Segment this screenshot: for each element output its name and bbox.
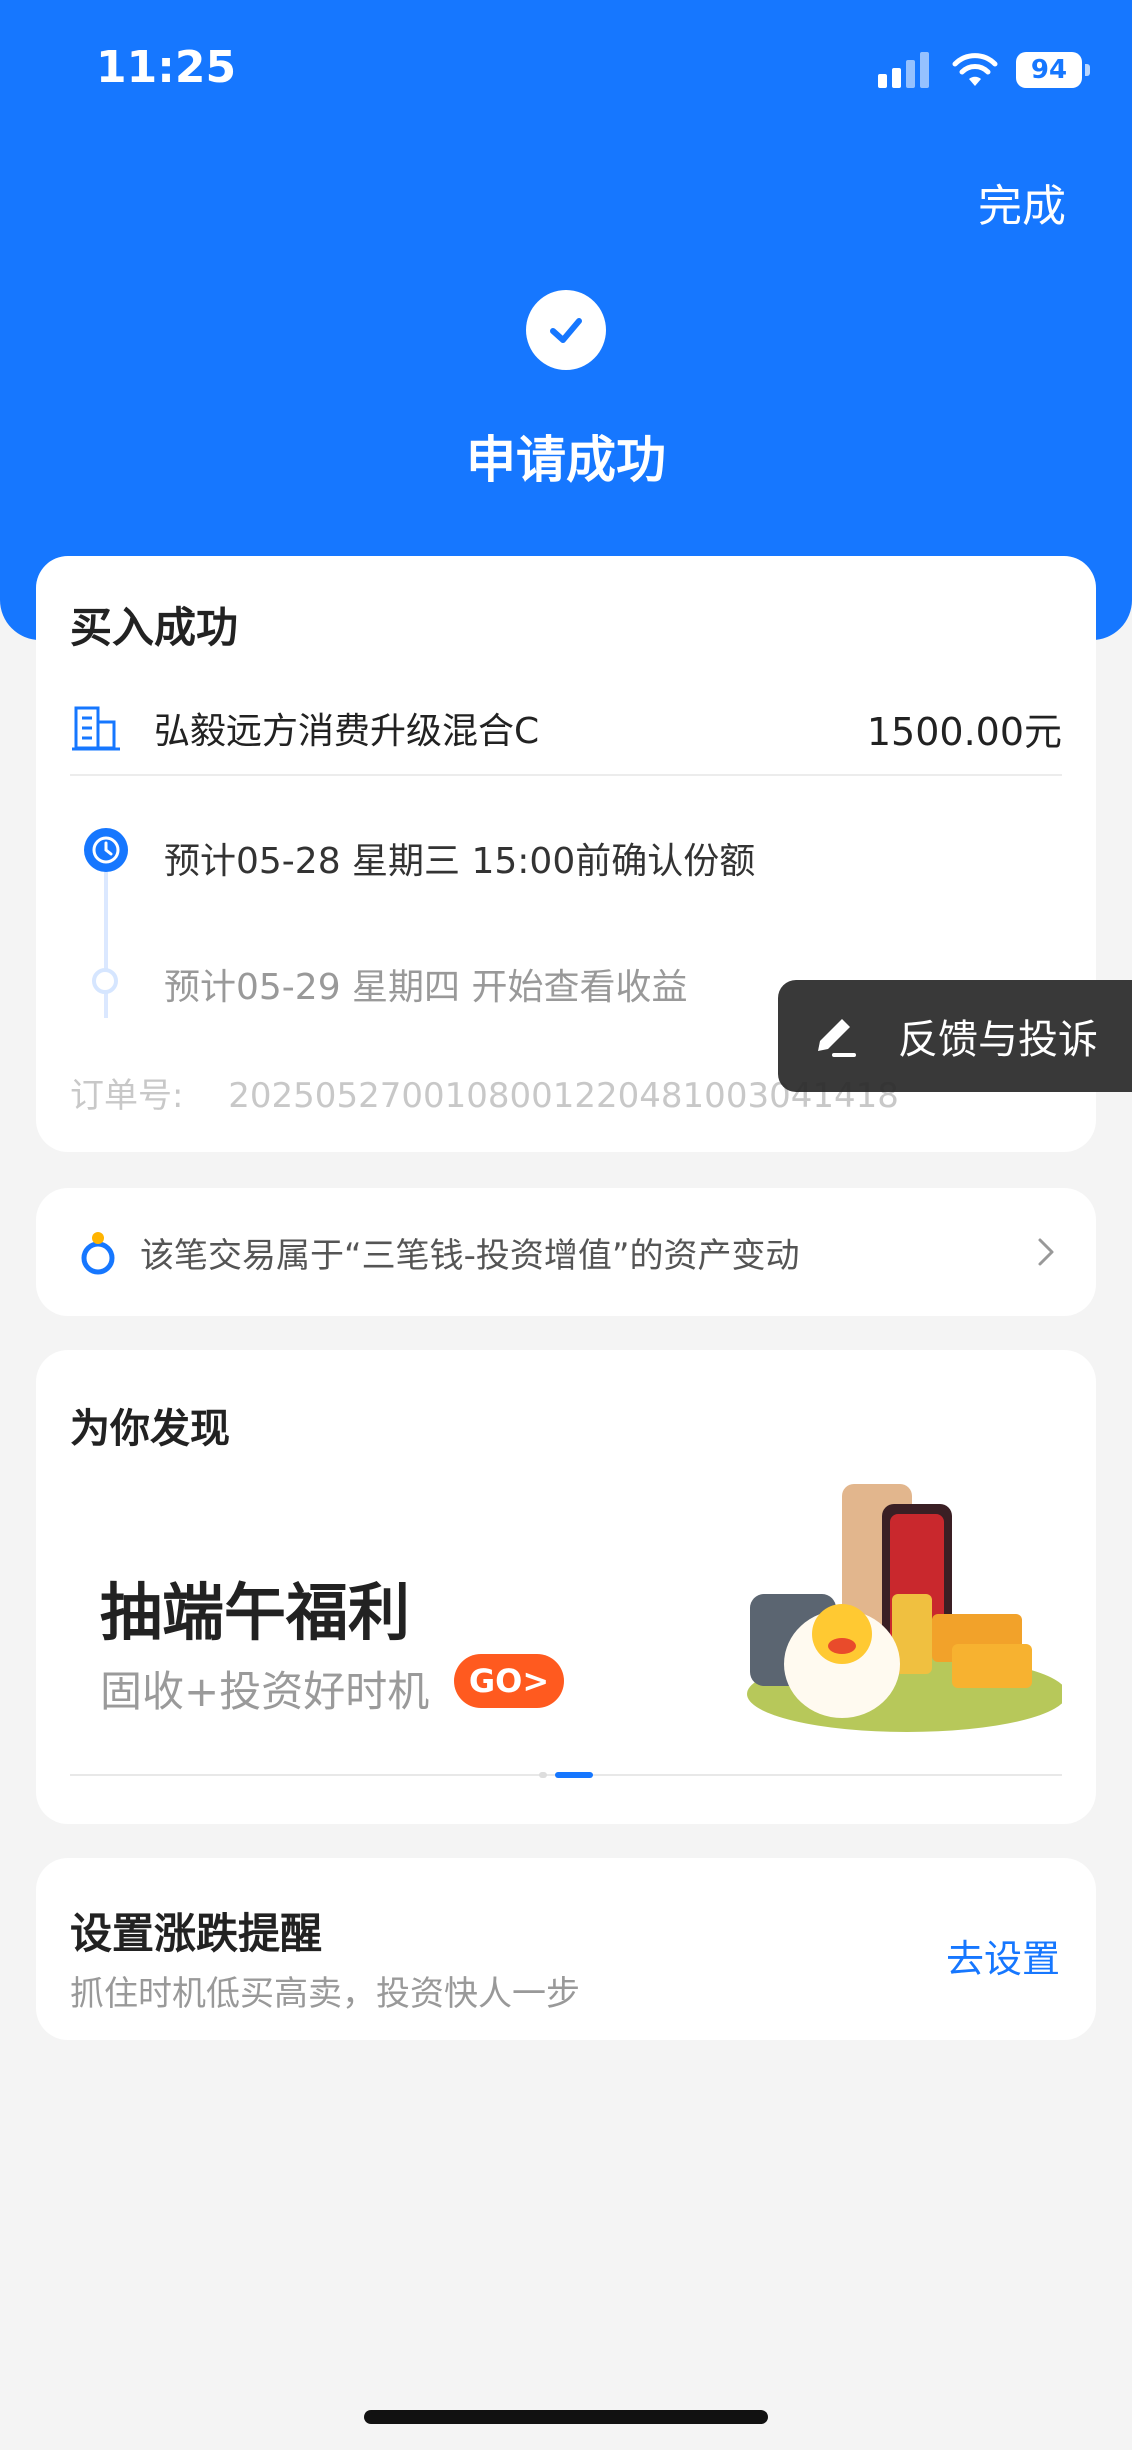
- reminder-subtitle: 抓住时机低买高卖，投资快人一步: [70, 1974, 580, 2014]
- promo-banner[interactable]: 抽端午福利 固收+投资好时机 GO>: [70, 1474, 1062, 1776]
- timeline-step-earnings: 预计05-29 星期四 开始查看收益: [164, 967, 688, 1008]
- battery-icon: 94: [1016, 52, 1090, 88]
- asset-notice-text: 该笔交易属于“三笔钱-投资增值”的资产变动: [140, 1235, 800, 1276]
- building-icon: [72, 706, 120, 751]
- carousel-dot: [539, 1772, 547, 1778]
- discover-title: 为你发现: [70, 1406, 230, 1452]
- fund-row[interactable]: 弘毅远方消费升级混合C 1500.00元: [70, 680, 1062, 776]
- fund-amount: 1500.00元: [866, 709, 1062, 754]
- reminder-title: 设置涨跌提醒: [70, 1909, 323, 1958]
- done-button[interactable]: 完成: [978, 170, 1066, 234]
- edit-icon: [818, 1019, 856, 1057]
- divider: [70, 774, 1062, 776]
- reminder-card: 设置涨跌提醒 抓住时机低买高卖，投资快人一步 去设置: [36, 1858, 1096, 2040]
- order-row: 订单号: 2025052700108001220481003041418: [70, 1068, 899, 1117]
- asset-notice-row[interactable]: 该笔交易属于“三笔钱-投资增值”的资产变动: [36, 1188, 1096, 1316]
- chevron-right-icon: [1038, 1238, 1054, 1266]
- check-icon: [526, 290, 606, 370]
- carousel-dots: [36, 1772, 1096, 1778]
- feedback-button[interactable]: 反馈与投诉: [778, 980, 1132, 1092]
- asset-logo-icon: [81, 1232, 115, 1275]
- order-label: 订单号:: [70, 1076, 184, 1116]
- status-time: 11:25: [96, 42, 237, 93]
- timeline-dot: [92, 968, 118, 994]
- set-reminder-button[interactable]: 去设置: [946, 1928, 1060, 1983]
- discover-card: 为你发现 抽端午福利 固收+投资好时机 GO>: [36, 1350, 1096, 1824]
- feedback-label: 反馈与投诉: [898, 1017, 1098, 1063]
- banner-title: 抽端午福利: [100, 1576, 411, 1649]
- banner-subtitle: 固收+投资好时机: [100, 1667, 430, 1716]
- clock-icon: [84, 828, 128, 872]
- home-indicator[interactable]: [364, 2410, 768, 2424]
- status-icons: 94: [878, 52, 1090, 88]
- purchase-title: 买入成功: [70, 603, 239, 652]
- signal-icon: [878, 52, 934, 88]
- fund-name: 弘毅远方消费升级混合C: [154, 711, 540, 752]
- timeline-step-confirm: 预计05-28 星期三 15:00前确认份额: [164, 841, 756, 882]
- go-button[interactable]: GO>: [454, 1654, 564, 1708]
- promo-illustration: [747, 1484, 1062, 1732]
- carousel-dot-active: [555, 1772, 593, 1778]
- timeline-line: [104, 868, 108, 1018]
- wifi-icon: [952, 53, 998, 86]
- page-title: 申请成功: [466, 431, 666, 489]
